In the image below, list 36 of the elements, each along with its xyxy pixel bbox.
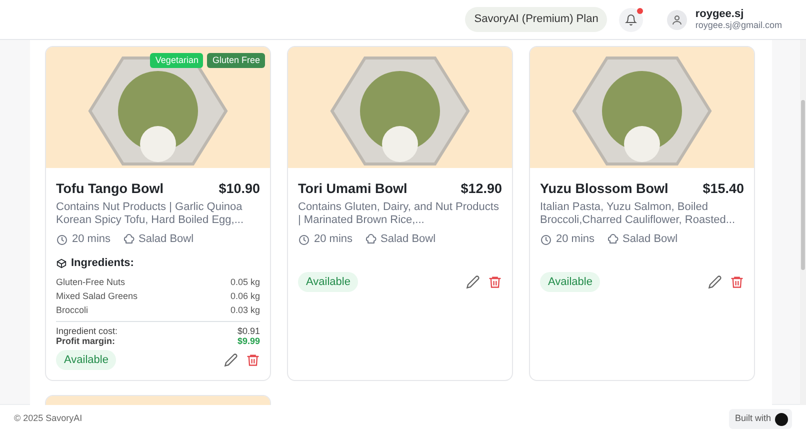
ingredients-heading: Ingredients: [71,256,134,271]
margin-label: Profit margin: [56,336,116,346]
item-description: Italian Pasta, Yuzu Salmon, Boiled Broccoli,Charred Cauliflower, Roasted... [540,201,736,228]
item-category: Salad Bowl [380,232,436,248]
item-description: Contains Nut Products | Garlic Quinoa Korean Spicy Tofu, Hard Boiled Egg,... [56,201,245,228]
prep-time: 20 mins [314,232,353,248]
prep-time: 20 mins [556,232,595,248]
item-category: Salad Bowl [138,232,194,248]
plan-badge: SavoryAI (Premium) Plan [465,7,608,32]
item-price: $15.40 [702,180,744,198]
diet-tag: Vegetarian [150,53,204,68]
ingredient-cost: $0.91 [237,326,260,336]
item-name: Tori Umami Bowl [298,180,408,198]
profit-margin: $9.99 [237,336,260,346]
user-email: roygee.sj@gmail.com [695,20,782,31]
item-price: $12.90 [460,180,502,198]
user-name: roygee.sj [695,8,745,20]
item-name: Yuzu Blossom Bowl [540,180,668,198]
ingredient-name: Broccoli [56,304,88,318]
ingredient-quantity: 0.06 kg [230,290,260,304]
status-badge: Available [56,350,116,370]
cost-label: Ingredient cost: [56,326,118,336]
status-badge: Available [298,272,358,292]
status-badge: Available [540,272,600,292]
built-with-badge[interactable]: Built with [728,409,792,429]
copyright-text: © 2025 SavoryAI [14,412,82,426]
ingredient-quantity: 0.05 kg [230,276,260,290]
item-name: Tofu Tango Bowl [56,180,164,198]
item-price: $10.90 [218,180,260,198]
item-description: Contains Gluten, Dairy, and Nut Products | Marinated Brown Rice,... [298,201,500,228]
ingredient-name: Mixed Salad Greens [56,290,138,304]
ingredient-name: Gluten-Free Nuts [56,276,126,290]
ingredient-quantity: 0.03 kg [230,304,260,318]
diet-tag: Gluten Free [207,53,265,68]
prep-time: 20 mins [72,232,111,248]
item-category: Salad Bowl [622,232,678,248]
